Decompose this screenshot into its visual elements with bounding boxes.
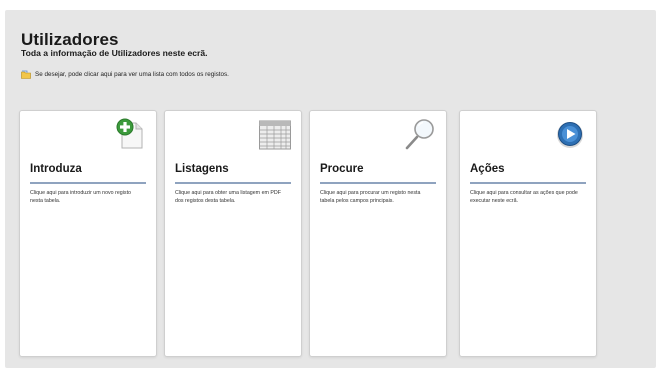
table-grid-icon <box>259 120 291 150</box>
card-introduza[interactable]: Introduza Clique aqui para introduzir um… <box>19 110 157 357</box>
card-acoes[interactable]: Ações Clique aqui para consultar as açõe… <box>459 110 597 357</box>
card-divider <box>320 182 436 184</box>
card-divider <box>30 182 146 184</box>
card-procure[interactable]: Procure Clique aqui para procurar um reg… <box>309 110 447 357</box>
folder-hint-icon <box>21 70 31 79</box>
card-description: Clique aqui para obter uma listagem em P… <box>175 190 281 204</box>
list-all-hint-text: Se desejar, pode clicar aqui para ver um… <box>35 71 229 78</box>
list-all-hint-link[interactable]: Se desejar, pode clicar aqui para ver um… <box>21 70 229 79</box>
card-divider <box>175 182 291 184</box>
card-title: Procure <box>320 163 364 175</box>
card-title: Ações <box>470 163 505 175</box>
play-button-icon <box>557 122 583 148</box>
magnifier-icon <box>405 119 434 150</box>
page-subtitle: Toda a informação de Utilizadores neste … <box>21 48 208 58</box>
add-document-icon <box>116 118 143 149</box>
card-title: Introduza <box>30 163 82 175</box>
card-description: Clique aqui para introduzir um novo regi… <box>30 190 131 204</box>
card-description: Clique aqui para consultar as ações que … <box>470 190 578 204</box>
card-listagens[interactable]: Listagens Clique aqui para obter uma lis… <box>164 110 302 357</box>
card-description: Clique aqui para procurar um registo nes… <box>320 190 421 204</box>
page-title: Utilizadores <box>21 30 119 49</box>
card-title: Listagens <box>175 163 229 175</box>
card-divider <box>470 182 586 184</box>
